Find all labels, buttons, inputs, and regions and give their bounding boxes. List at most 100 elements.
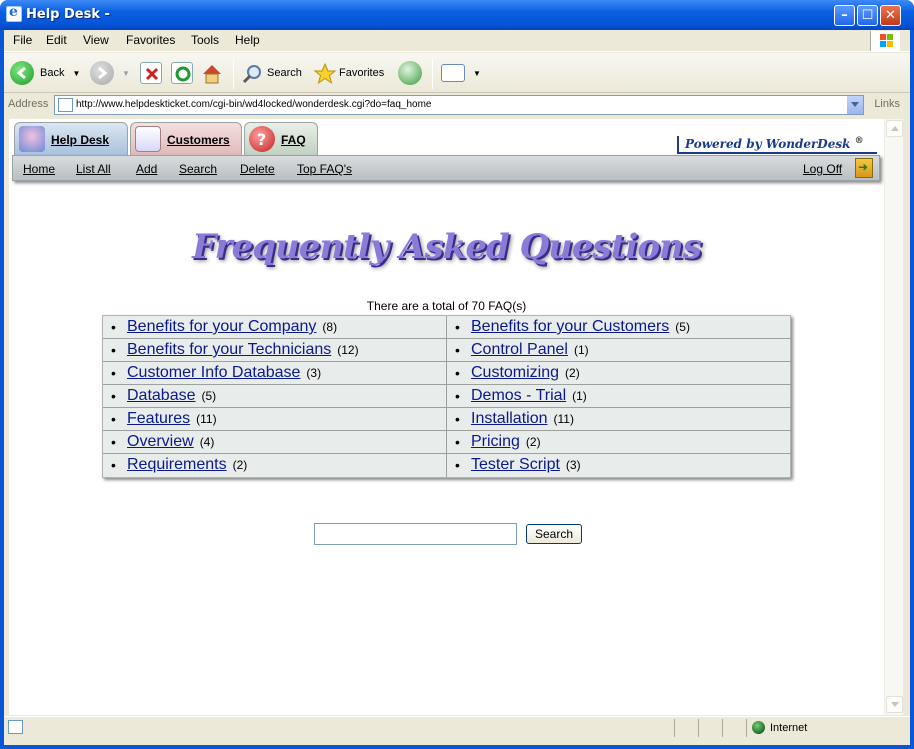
status-page-icon [8,720,23,734]
close-button[interactable]: ✕ [880,5,901,26]
nav-add[interactable]: Add [136,162,157,176]
refresh-icon [171,62,193,84]
bullet-icon: • [455,319,460,335]
status-divider [674,719,675,737]
nav-delete[interactable]: Delete [240,162,275,176]
maximize-button[interactable]: ☐ [857,5,878,26]
refresh-button[interactable] [171,60,193,86]
bullet-icon: • [111,388,116,404]
vertical-scrollbar[interactable] [884,119,903,715]
faq-category-name[interactable]: Installation [471,410,548,427]
faq-category-cell: • Control Panel (1) [447,339,792,362]
faq-category-cell: • Demos - Trial (1) [447,385,792,408]
address-input[interactable]: http://www.helpdeskticket.com/cgi-bin/wd… [54,95,864,115]
maximize-icon: ☐ [861,8,874,23]
address-bar: Address http://www.helpdeskticket.com/cg… [4,94,910,116]
faq-category-cell: • Database (5) [103,385,447,408]
status-divider [722,719,723,737]
bullet-icon: • [111,411,116,427]
toolbar-separator [233,59,234,89]
minimize-button[interactable]: – [834,5,855,26]
history-button[interactable] [398,60,422,86]
faq-category-name[interactable]: Database [127,387,196,404]
faq-category-cell: • Requirements (2) [103,454,447,477]
faq-search-button[interactable]: Search [526,524,582,544]
faq-category-count: (1) [572,389,587,403]
faq-category-name[interactable]: Requirements [127,456,227,473]
back-label: Back [40,67,65,79]
search-toolbar-button[interactable]: Search [241,60,302,86]
back-dropdown-icon[interactable]: ▼ [72,69,80,78]
mail-button[interactable]: ▼ [441,60,481,86]
faq-category-name[interactable]: Control Panel [471,341,568,358]
favorites-button[interactable]: Favorites [313,60,384,86]
powered-by-logo[interactable]: Powered by WonderDesk ® [677,136,877,154]
nav-list-all[interactable]: List All [76,162,111,176]
faq-category-cell: • Benefits for your Technicians (12) [103,339,447,362]
bullet-icon: • [455,434,460,450]
home-button[interactable] [200,60,222,86]
links-button[interactable]: Links [874,98,900,110]
address-label: Address [8,98,49,110]
faq-category-link[interactable]: Benefits for your Customers (5) [471,318,690,336]
bullet-icon: • [111,319,116,335]
faq-category-link[interactable]: Features (11) [127,410,217,428]
window-title: Help Desk - [26,7,110,22]
tab-faq[interactable]: ? FAQ [244,122,318,156]
ie-icon [6,4,22,22]
nav-search[interactable]: Search [179,162,217,176]
address-dropdown-button[interactable] [846,96,863,114]
faq-category-name[interactable]: Demos - Trial [471,387,566,404]
faq-category-name[interactable]: Benefits for your Company [127,318,316,335]
nav-log-off[interactable]: Log Off [803,162,842,176]
menu-tools[interactable]: Tools [191,33,219,47]
faq-category-name[interactable]: Benefits for your Customers [471,318,669,335]
menu-view[interactable]: View [83,33,109,47]
menu-file[interactable]: File [13,33,32,47]
faq-category-name[interactable]: Customer Info Database [127,364,300,381]
faq-category-link[interactable]: Pricing (2) [471,433,541,451]
back-button[interactable]: Back ▼ [10,60,80,86]
faq-category-link[interactable]: Control Panel (1) [471,341,589,359]
log-off-icon[interactable] [855,158,873,178]
tab-help-desk-label[interactable]: Help Desk [51,133,109,147]
registered-mark: ® [854,136,864,146]
tab-faq-label[interactable]: FAQ [281,133,306,147]
question-mark-icon: ? [249,126,275,152]
faq-category-link[interactable]: Customer Info Database (3) [127,364,321,382]
minimize-icon: – [841,8,848,23]
faq-search-input[interactable] [314,523,517,545]
faq-category-link[interactable]: Overview (4) [127,433,214,451]
faq-category-link[interactable]: Benefits for your Technicians (12) [127,341,359,359]
scroll-up-button[interactable] [886,120,903,137]
faq-category-link[interactable]: Benefits for your Company (8) [127,318,337,336]
faq-category-link[interactable]: Requirements (2) [127,456,247,474]
tab-customers[interactable]: Customers [130,122,242,156]
stop-button[interactable] [140,60,162,86]
bullet-icon: • [455,342,460,358]
faq-category-link[interactable]: Tester Script (3) [471,456,581,474]
tab-customers-label[interactable]: Customers [167,133,230,147]
faq-category-name[interactable]: Tester Script [471,456,560,473]
faq-category-name[interactable]: Customizing [471,364,559,381]
faq-category-name[interactable]: Features [127,410,190,427]
forward-button[interactable]: ▼ [90,60,130,86]
faq-category-name[interactable]: Pricing [471,433,520,450]
faq-category-name[interactable]: Benefits for your Technicians [127,341,331,358]
faq-category-link[interactable]: Installation (11) [471,410,574,428]
mail-dropdown-icon[interactable]: ▼ [473,69,481,78]
menu-favorites[interactable]: Favorites [126,33,175,47]
nav-top-faqs[interactable]: Top FAQ's [297,162,352,176]
faq-category-link[interactable]: Database (5) [127,387,216,405]
faq-category-link[interactable]: Demos - Trial (1) [471,387,587,405]
forward-dropdown-icon[interactable]: ▼ [122,69,130,78]
nav-home[interactable]: Home [23,162,55,176]
faq-category-name[interactable]: Overview [127,433,194,450]
faq-category-link[interactable]: Customizing (2) [471,364,580,382]
tab-help-desk[interactable]: Help Desk [14,122,128,156]
menu-help[interactable]: Help [235,33,260,47]
menu-bar: File Edit View Favorites Tools Help [4,30,910,52]
scroll-down-button[interactable] [886,696,903,713]
menu-edit[interactable]: Edit [46,33,67,47]
bullet-icon: • [111,365,116,381]
